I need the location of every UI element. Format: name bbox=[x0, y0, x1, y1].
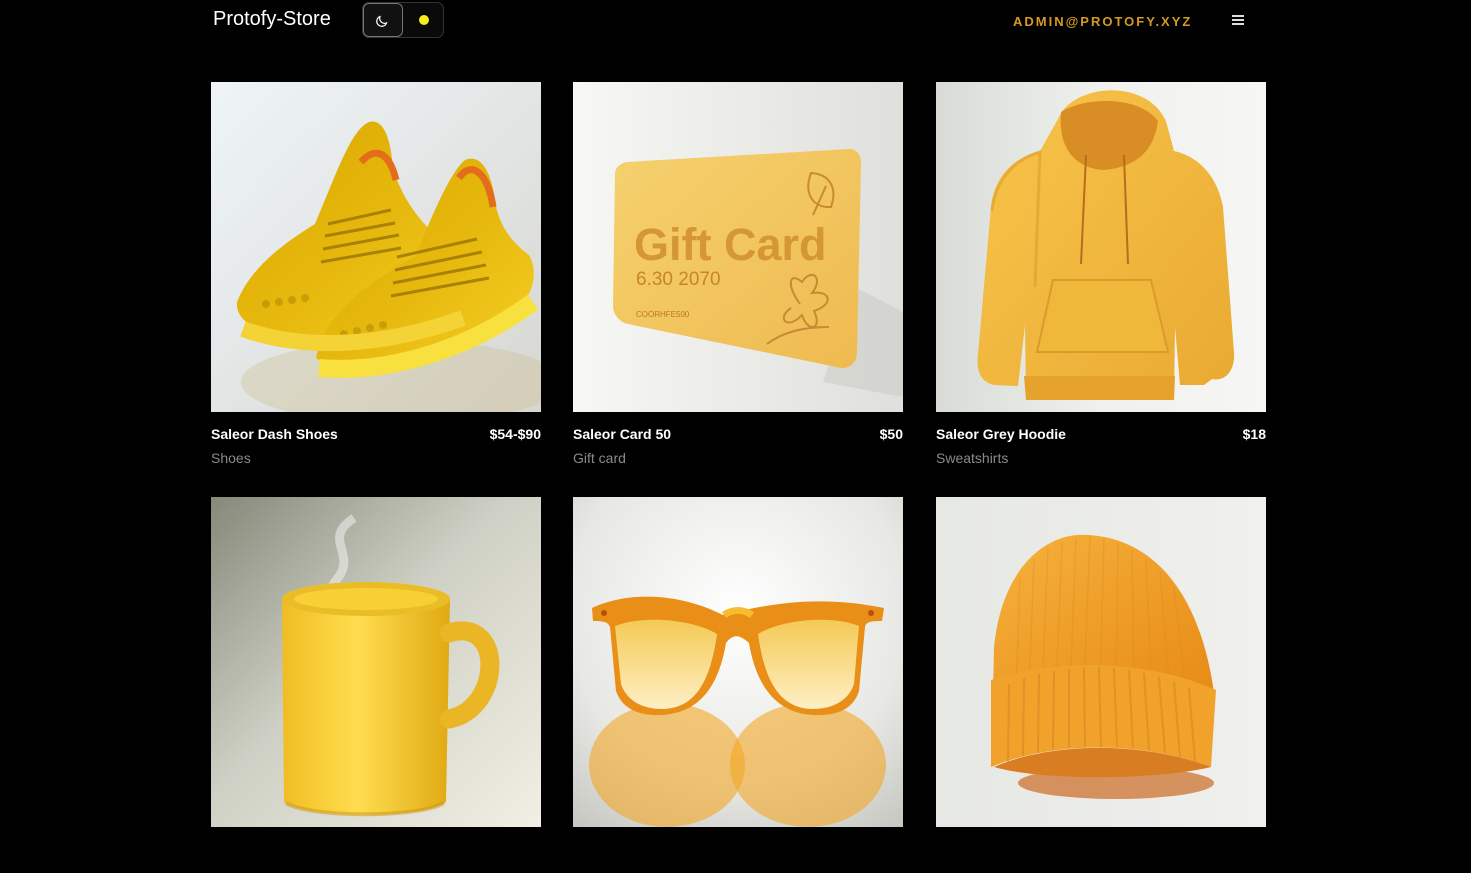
color-theme-button[interactable] bbox=[404, 3, 444, 37]
product-image-sunglasses[interactable] bbox=[573, 497, 903, 827]
product-image-mug[interactable] bbox=[211, 497, 541, 827]
product-meta: Saleor Dash Shoes $54-$90 Shoes bbox=[211, 412, 541, 466]
product-price: $54-$90 bbox=[489, 426, 541, 442]
product-category: Sweatshirts bbox=[936, 450, 1009, 466]
gift-card-image: Gift Card 6.30 2070 COORHFE500 bbox=[573, 82, 903, 412]
store-brand[interactable]: Protofy-Store bbox=[213, 8, 331, 31]
gift-card-title: Gift Card bbox=[634, 219, 827, 270]
product-meta: Saleor Grey Hoodie $18 Sweatshirts bbox=[936, 412, 1266, 466]
moon-icon bbox=[376, 15, 388, 27]
hamburger-menu-icon[interactable] bbox=[1232, 15, 1246, 26]
product-card[interactable]: Saleor Grey Hoodie $18 Sweatshirts bbox=[936, 82, 1266, 466]
product-meta: Saleor Card 50 $50 Gift card bbox=[573, 412, 903, 466]
product-price: $50 bbox=[879, 426, 903, 442]
gift-card-code: COORHFE500 bbox=[636, 310, 690, 319]
beanie-image bbox=[936, 497, 1266, 827]
mug-image bbox=[211, 497, 541, 827]
product-meta bbox=[573, 827, 903, 873]
sunglasses-image bbox=[573, 497, 903, 827]
product-image-hoodie[interactable] bbox=[936, 82, 1266, 412]
product-card[interactable]: Saleor Dash Shoes $54-$90 Shoes bbox=[211, 82, 541, 466]
product-category: Shoes bbox=[211, 450, 251, 466]
product-card[interactable] bbox=[573, 497, 903, 873]
product-card[interactable]: Gift Card 6.30 2070 COORHFE500 Saleor Ca… bbox=[573, 82, 903, 466]
product-card[interactable] bbox=[936, 497, 1266, 873]
product-meta bbox=[936, 827, 1266, 873]
yellow-dot-icon bbox=[419, 15, 429, 25]
top-header: Protofy-Store ADMIN@PROTOFY.XYZ bbox=[0, 0, 1471, 42]
product-name[interactable]: Saleor Dash Shoes bbox=[211, 426, 338, 442]
dark-theme-button[interactable] bbox=[363, 3, 403, 37]
product-meta bbox=[211, 827, 541, 873]
product-category: Gift card bbox=[573, 450, 626, 466]
product-card[interactable] bbox=[211, 497, 541, 873]
product-price: $18 bbox=[1242, 426, 1266, 442]
product-image-sneakers[interactable] bbox=[211, 82, 541, 412]
product-image-beanie[interactable] bbox=[936, 497, 1266, 827]
hoodie-image bbox=[936, 82, 1266, 412]
theme-toggle-group bbox=[362, 2, 444, 38]
sneakers-image bbox=[211, 82, 541, 412]
product-name[interactable]: Saleor Grey Hoodie bbox=[936, 426, 1066, 442]
product-image-gift-card[interactable]: Gift Card 6.30 2070 COORHFE500 bbox=[573, 82, 903, 412]
product-name[interactable]: Saleor Card 50 bbox=[573, 426, 671, 442]
user-email[interactable]: ADMIN@PROTOFY.XYZ bbox=[1013, 14, 1192, 29]
gift-card-numbers: 6.30 2070 bbox=[636, 269, 721, 290]
